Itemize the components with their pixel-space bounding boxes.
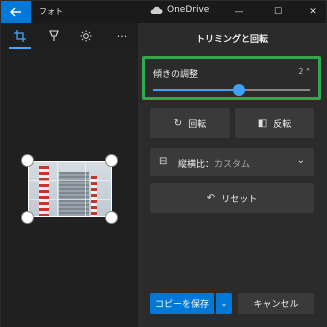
title-bar: フォト OneDrive — ☐ ✕ [1, 1, 326, 23]
save-options-dropdown[interactable]: ⌄ [216, 293, 232, 314]
crop-handle-top-right[interactable] [105, 154, 118, 167]
flip-button[interactable]: ◧ 反転 [235, 108, 314, 138]
rotate-label: 回転 [188, 119, 207, 130]
straighten-slider[interactable] [153, 84, 310, 96]
slider-fill [153, 89, 240, 91]
reset-label: リセット [221, 194, 258, 205]
cancel-button[interactable]: キャンセル [238, 293, 314, 314]
photo-preview[interactable] [28, 161, 112, 217]
back-arrow-icon [10, 7, 21, 17]
chevron-down-icon: ⌄ [220, 299, 228, 308]
crop-grid-line [29, 199, 111, 200]
chevron-down-icon: ⌄ [296, 155, 305, 166]
filter-tool[interactable] [43, 25, 65, 47]
crop-tool[interactable] [9, 25, 31, 47]
straighten-section: 傾きの調整 2 ° [142, 56, 321, 100]
straighten-value: 2 ° [298, 67, 310, 76]
crop-grid-line [57, 162, 58, 216]
slider-thumb[interactable] [233, 84, 246, 96]
photo-crane [39, 166, 49, 216]
crop-handle-bottom-right[interactable] [105, 211, 118, 224]
crop-rotate-panel: トリミングと回転 傾きの調整 2 ° ↻ 回転 ◧ 反転 ⊟ 縦横比：カスタム … [138, 23, 326, 327]
save-copy-button[interactable]: コピーを保存 [150, 293, 214, 314]
photo-canvas [1, 49, 138, 327]
photos-window: フォト OneDrive — ☐ ✕ ··· トリミングと回転 傾きの調整 2 … [0, 0, 327, 327]
crop-grid-line [85, 162, 86, 216]
edit-toolbar: ··· [1, 23, 138, 49]
minimize-button[interactable]: — [226, 1, 252, 23]
brightness-icon [80, 30, 92, 42]
aspect-ratio-value: カスタム [214, 160, 251, 170]
back-button[interactable] [1, 1, 31, 23]
aspect-ratio-dropdown[interactable]: ⊟ 縦横比：カスタム ⌄ [150, 148, 314, 176]
filter-icon [49, 30, 59, 41]
adjust-tool[interactable] [75, 25, 97, 47]
crop-handle-bottom-left[interactable] [21, 211, 34, 224]
reset-button[interactable]: ↶ リセット [150, 183, 314, 213]
straighten-label: 傾きの調整 [153, 70, 199, 80]
undo-icon: ↶ [206, 192, 216, 204]
aspect-ratio-label: 縦横比： [178, 160, 215, 170]
onedrive-label: OneDrive [167, 5, 210, 15]
rotate-button[interactable]: ↻ 回転 [150, 108, 230, 138]
app-title: フォト [39, 7, 63, 16]
aspect-ratio-icon: ⊟ [159, 156, 168, 167]
onedrive-status[interactable]: OneDrive [149, 5, 209, 15]
rotate-icon: ↻ [173, 117, 183, 129]
panel-title: トリミングと回転 [195, 35, 268, 45]
flip-label: 反転 [273, 119, 292, 130]
more-options-button[interactable]: ··· [111, 25, 133, 47]
flip-icon: ◧ [257, 117, 268, 129]
cloud-icon [150, 6, 163, 14]
photo-crane-right [91, 176, 97, 216]
crop-icon [14, 30, 26, 42]
close-button[interactable]: ✕ [300, 1, 326, 23]
save-copy-group: コピーを保存 ⌄ [150, 293, 232, 314]
maximize-button[interactable]: ☐ [265, 1, 291, 23]
crop-grid-line [29, 180, 111, 181]
crop-handle-top-left[interactable] [21, 154, 34, 167]
